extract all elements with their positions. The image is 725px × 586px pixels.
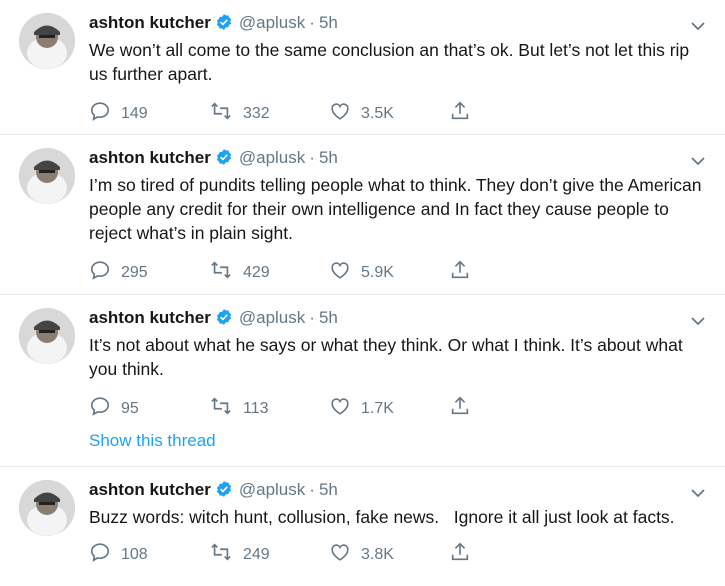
- retweet-count: 429: [243, 263, 270, 281]
- handle[interactable]: @aplusk: [239, 308, 305, 327]
- verified-badge-icon: [215, 308, 233, 332]
- chevron-down-icon[interactable]: [691, 485, 705, 503]
- like-button[interactable]: 1.7K: [329, 395, 394, 422]
- heart-icon: [329, 100, 361, 127]
- show-thread-link[interactable]: Show this thread: [89, 431, 216, 451]
- chevron-down-icon[interactable]: [691, 18, 705, 36]
- tweet[interactable]: ashton kutcher @aplusk · 5h We won’t all co…: [0, 0, 725, 135]
- retweet-count: 113: [243, 399, 269, 417]
- share-button[interactable]: [449, 259, 481, 286]
- display-name[interactable]: ashton kutcher: [89, 308, 211, 327]
- avatar[interactable]: [19, 308, 75, 364]
- tweet-header: ashton kutcher @aplusk · 5h: [89, 12, 338, 37]
- avatar[interactable]: [19, 480, 75, 536]
- tweet[interactable]: ashton kutcher @aplusk · 5h I’m so tired of…: [0, 135, 725, 295]
- like-count: 3.8K: [361, 545, 394, 563]
- chevron-down-icon[interactable]: [691, 313, 705, 331]
- verified-badge-icon: [215, 13, 233, 37]
- separator-dot: ·: [309, 308, 315, 327]
- avatar[interactable]: [19, 13, 75, 69]
- reply-button[interactable]: 149: [89, 100, 148, 127]
- tweet[interactable]: ashton kutcher @aplusk · 5h Buzz words: wit…: [0, 467, 725, 586]
- handle[interactable]: @aplusk: [239, 148, 305, 167]
- like-button[interactable]: 3.8K: [329, 541, 394, 568]
- retweet-icon: [209, 395, 243, 422]
- tweet-header: ashton kutcher @aplusk · 5h: [89, 479, 338, 504]
- like-count: 5.9K: [361, 263, 394, 281]
- heart-icon: [329, 541, 361, 568]
- separator-dot: ·: [309, 148, 315, 167]
- reply-icon: [89, 541, 121, 568]
- separator-dot: ·: [309, 13, 315, 32]
- display-name[interactable]: ashton kutcher: [89, 13, 211, 32]
- heart-icon: [329, 395, 361, 422]
- like-button[interactable]: 5.9K: [329, 259, 394, 286]
- reply-icon: [89, 259, 121, 286]
- share-icon: [449, 541, 481, 568]
- chevron-down-icon[interactable]: [691, 153, 705, 171]
- avatar[interactable]: [19, 148, 75, 204]
- handle[interactable]: @aplusk: [239, 480, 305, 499]
- tweet-text: Buzz words: witch hunt, collusion, fake …: [89, 507, 675, 527]
- tweet-header: ashton kutcher @aplusk · 5h: [89, 307, 338, 332]
- reply-count: 149: [121, 104, 148, 122]
- reply-count: 295: [121, 263, 148, 281]
- verified-badge-icon: [215, 480, 233, 504]
- share-icon: [449, 395, 481, 422]
- share-icon: [449, 259, 481, 286]
- display-name[interactable]: ashton kutcher: [89, 480, 211, 499]
- reply-button[interactable]: 108: [89, 541, 148, 568]
- like-button[interactable]: 3.5K: [329, 100, 394, 127]
- tweet-header: ashton kutcher @aplusk · 5h: [89, 147, 338, 172]
- retweet-button[interactable]: 249: [209, 541, 270, 568]
- timestamp[interactable]: 5h: [319, 480, 338, 499]
- heart-icon: [329, 259, 361, 286]
- retweet-button[interactable]: 332: [209, 100, 270, 127]
- timestamp[interactable]: 5h: [319, 308, 338, 327]
- reply-count: 95: [121, 399, 139, 417]
- share-button[interactable]: [449, 541, 481, 568]
- reply-icon: [89, 395, 121, 422]
- retweet-button[interactable]: 429: [209, 259, 270, 286]
- tweet-text: I’m so tired of pundits telling people w…: [89, 175, 702, 243]
- like-count: 3.5K: [361, 104, 394, 122]
- display-name[interactable]: ashton kutcher: [89, 148, 211, 167]
- separator-dot: ·: [309, 480, 315, 499]
- like-count: 1.7K: [361, 399, 394, 417]
- retweet-count: 332: [243, 104, 270, 122]
- tweet-text: We won’t all come to the same conclusion…: [89, 40, 690, 84]
- share-button[interactable]: [449, 100, 481, 127]
- retweet-count: 249: [243, 545, 270, 563]
- tweet[interactable]: ashton kutcher @aplusk · 5h It’s not about …: [0, 295, 725, 467]
- reply-count: 108: [121, 545, 148, 563]
- timestamp[interactable]: 5h: [319, 13, 338, 32]
- tweet-text: It’s not about what he says or what they…: [89, 335, 683, 379]
- share-icon: [449, 100, 481, 127]
- reply-button[interactable]: 295: [89, 259, 148, 286]
- timestamp[interactable]: 5h: [319, 148, 338, 167]
- retweet-icon: [209, 259, 243, 286]
- retweet-icon: [209, 541, 243, 568]
- retweet-icon: [209, 100, 243, 127]
- handle[interactable]: @aplusk: [239, 13, 305, 32]
- reply-button[interactable]: 95: [89, 395, 139, 422]
- share-button[interactable]: [449, 395, 481, 422]
- verified-badge-icon: [215, 148, 233, 172]
- retweet-button[interactable]: 113: [209, 395, 269, 422]
- reply-icon: [89, 100, 121, 127]
